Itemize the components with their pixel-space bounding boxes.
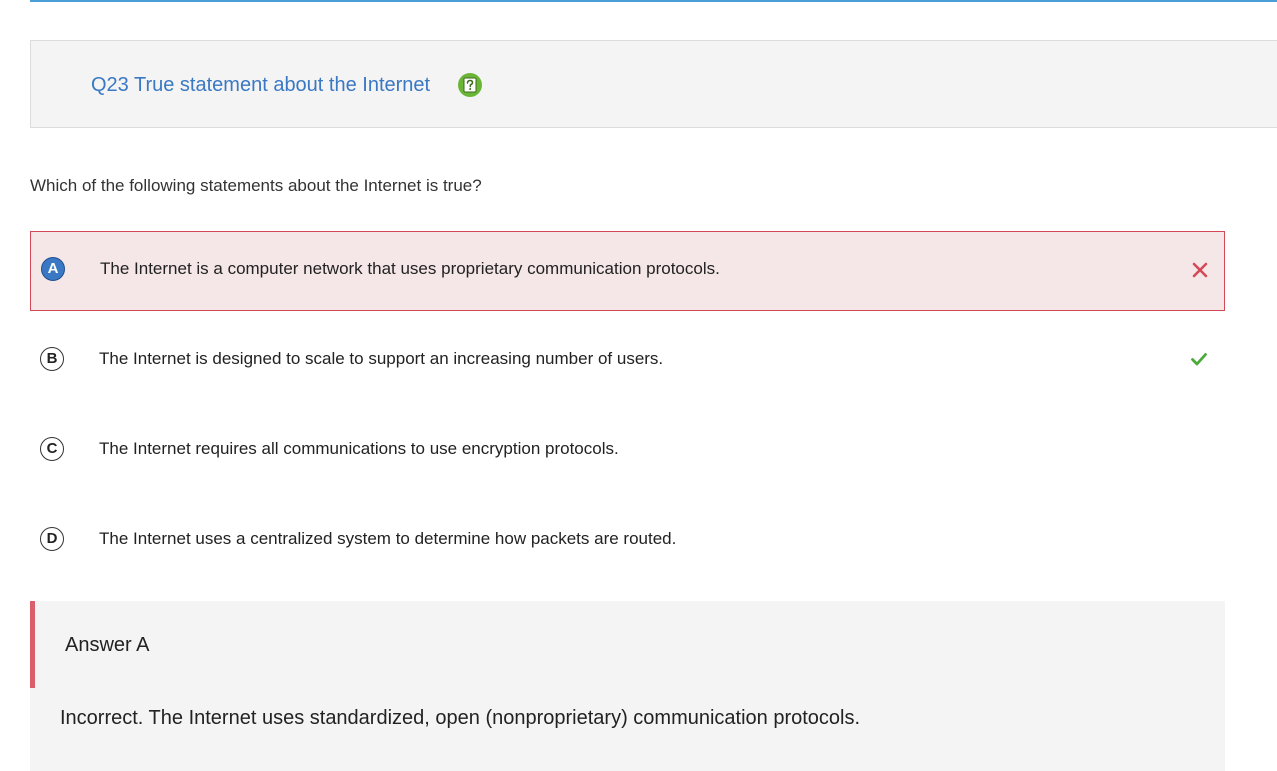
- question-title: Q23 True statement about the Internet: [91, 74, 431, 96]
- x-icon: [1192, 262, 1208, 278]
- option-letter-d: D: [40, 527, 64, 551]
- option-d[interactable]: D The Internet uses a centralized system…: [30, 501, 1225, 581]
- answer-status-bar: [30, 601, 35, 688]
- option-text-a: The Internet is a computer network that …: [100, 259, 720, 278]
- question-header: Q23 True statement about the Internet: [30, 40, 1277, 128]
- option-b[interactable]: B The Internet is designed to scale to s…: [30, 321, 1225, 401]
- quiz-page: Q23 True statement about the Internet Wh…: [0, 0, 1277, 771]
- answer-explanation: Incorrect. The Internet uses standardize…: [60, 707, 861, 729]
- option-letter-b: B: [40, 347, 64, 371]
- option-text-b: The Internet is designed to scale to sup…: [99, 349, 664, 368]
- answer-label: Answer A: [65, 634, 150, 656]
- option-letter-c: C: [40, 437, 64, 461]
- question-prompt: Which of the following statements about …: [30, 176, 482, 195]
- option-letter-a: A: [41, 257, 65, 281]
- help-icon[interactable]: [458, 73, 482, 97]
- option-text-d: The Internet uses a centralized system t…: [99, 529, 677, 548]
- top-divider: [30, 0, 1277, 2]
- option-a[interactable]: A The Internet is a computer network tha…: [30, 231, 1225, 311]
- answer-panel: Answer A Incorrect. The Internet uses st…: [30, 601, 1225, 771]
- check-icon: [1191, 353, 1207, 366]
- option-c[interactable]: C The Internet requires all communicatio…: [30, 411, 1225, 491]
- option-text-c: The Internet requires all communications…: [99, 439, 619, 458]
